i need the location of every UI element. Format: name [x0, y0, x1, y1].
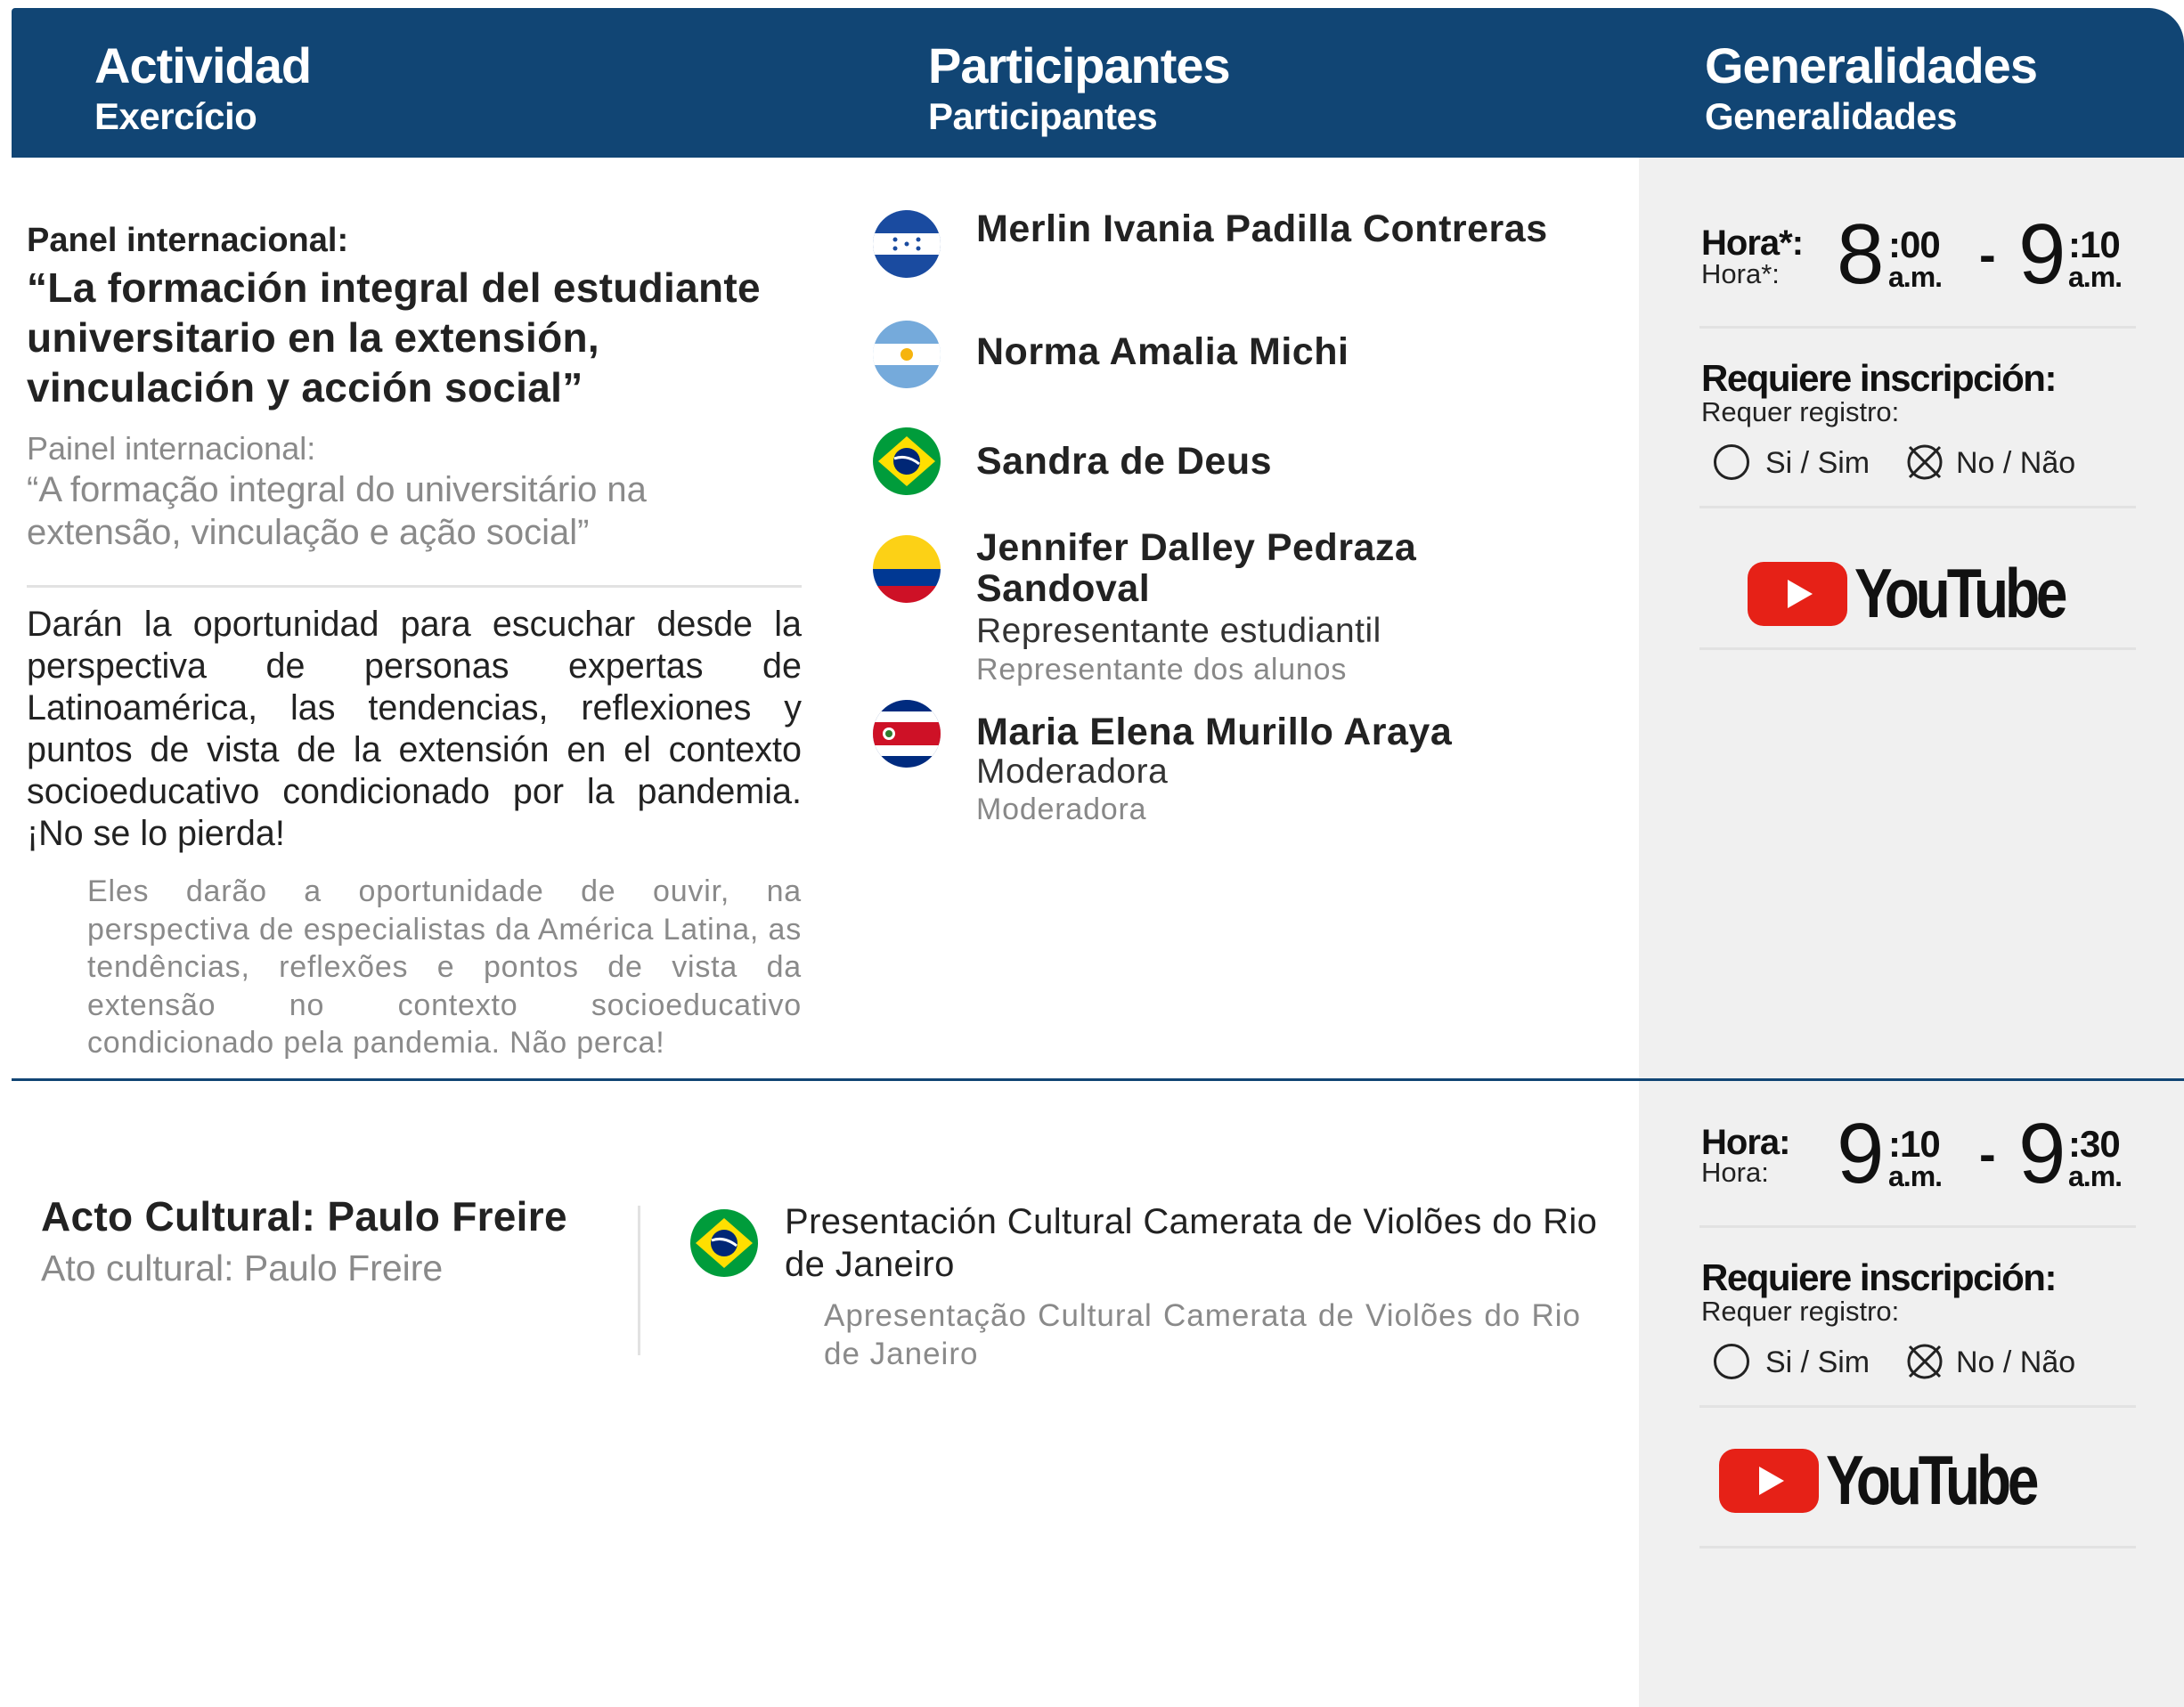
participant-role-es: Representante estudiantil: [976, 612, 1381, 650]
participant-name: Merlin Ivania Padilla Contreras: [976, 207, 1548, 250]
radio-no-checked[interactable]: [1904, 442, 1945, 483]
header-participantes-subtitle: Participantes: [928, 95, 1158, 137]
event2-title-es: Acto Cultural: Paulo Freire: [41, 1193, 567, 1240]
radio-yes[interactable]: [1714, 444, 1749, 480]
divider: [1699, 326, 2136, 329]
requiere-inscripcion-label: Requiere inscripción:: [1701, 1256, 2057, 1298]
youtube-wordmark: YouTube: [1854, 554, 2067, 632]
divider: [27, 585, 802, 588]
header-generalidades-title: Generalidades: [1705, 37, 2038, 93]
end-ampm: a.m.: [2068, 261, 2123, 293]
row-separator: [12, 1078, 2184, 1081]
hora-label: Hora:: [1701, 1123, 1790, 1162]
brazil-flag-icon: [690, 1209, 758, 1277]
end-minutes: :30: [2068, 1123, 2121, 1165]
event2-presentation-es: Presentación Cultural Camerata de Violõe…: [785, 1202, 1598, 1284]
end-hour: 9: [2018, 207, 2066, 302]
radio-yes-label: Si / Sim: [1765, 446, 1870, 480]
hora-sublabel: Hora*:: [1701, 258, 1780, 289]
radio-yes-label: Si / Sim: [1765, 1345, 1870, 1379]
youtube-play-icon: [1748, 561, 1847, 626]
participant-name: Norma Amalia Michi: [976, 330, 1349, 373]
event1-description-es: Darán la oportunidad para escuchar desde…: [27, 605, 802, 853]
honduras-flag-icon: [873, 210, 941, 278]
event1-title-es: “La formación integral del estudiante un…: [27, 264, 761, 410]
header-generalidades-subtitle: Generalidades: [1705, 95, 1957, 137]
end-minutes: :10: [2068, 224, 2121, 265]
requer-registro-label: Requer registro:: [1701, 396, 1900, 427]
brazil-flag-icon: [873, 427, 941, 495]
youtube-play-icon: [1719, 1448, 1819, 1513]
divider-vertical: [638, 1206, 640, 1355]
costa-rica-flag-icon: [873, 700, 941, 768]
participant-name: Maria Elena Murillo Araya: [976, 711, 1453, 753]
event1-description-pt: Eles darão a oportunidade de ouvir, na p…: [87, 874, 802, 1060]
start-ampm: a.m.: [1888, 1160, 1943, 1192]
participant-name: Sandra de Deus: [976, 440, 1272, 483]
hora-label: Hora*:: [1701, 224, 1804, 263]
end-ampm: a.m.: [2068, 1160, 2123, 1192]
radio-no-label: No / Não: [1956, 1345, 2076, 1379]
divider: [1699, 647, 2136, 650]
requiere-inscripcion-label: Requiere inscripción:: [1701, 357, 2057, 399]
header-actividad-subtitle: Exercício: [94, 95, 257, 137]
divider: [1699, 1405, 2136, 1408]
participant-role-pt: Representante dos alunos: [976, 653, 1348, 687]
time-separator: -: [1979, 226, 1996, 282]
radio-yes[interactable]: [1714, 1344, 1749, 1379]
participant-name: Jennifer Dalley Pedraza Sandoval: [976, 526, 1417, 610]
start-hour: 9: [1837, 1106, 1884, 1201]
radio-no-checked[interactable]: [1904, 1341, 1945, 1382]
youtube-link[interactable]: YouTube: [1748, 553, 2110, 634]
start-minutes: :00: [1888, 224, 1941, 265]
start-minutes: :10: [1888, 1123, 1941, 1165]
divider: [1699, 1546, 2136, 1548]
header-participantes-title: Participantes: [928, 37, 1231, 93]
argentina-flag-icon: [873, 321, 941, 388]
youtube-link[interactable]: YouTube: [1719, 1440, 2082, 1521]
participant-role-pt: Moderadora: [976, 793, 1147, 826]
hora-sublabel: Hora:: [1701, 1157, 1769, 1188]
participant-role-es: Moderadora: [976, 752, 1169, 791]
youtube-wordmark: YouTube: [1826, 1441, 2039, 1519]
time-separator: -: [1979, 1126, 1996, 1182]
event1-title-pt: “A formação integral do universitário na…: [27, 470, 647, 552]
end-hour: 9: [2018, 1106, 2066, 1201]
event2-presentation-pt: Apresentação Cultural Camerata de Violõe…: [824, 1298, 1581, 1371]
requer-registro-label: Requer registro:: [1701, 1296, 1900, 1327]
event1-type-es: Panel internacional:: [27, 222, 349, 259]
event1-type-pt: Painel internacional:: [27, 430, 316, 467]
start-ampm: a.m.: [1888, 261, 1943, 293]
header-actividad-title: Actividad: [94, 37, 312, 93]
start-hour: 8: [1837, 207, 1884, 302]
divider: [1699, 506, 2136, 508]
radio-no-label: No / Não: [1956, 446, 2076, 480]
event2-title-pt: Ato cultural: Paulo Freire: [41, 1248, 444, 1288]
divider: [1699, 1225, 2136, 1228]
colombia-flag-icon: [873, 535, 941, 603]
